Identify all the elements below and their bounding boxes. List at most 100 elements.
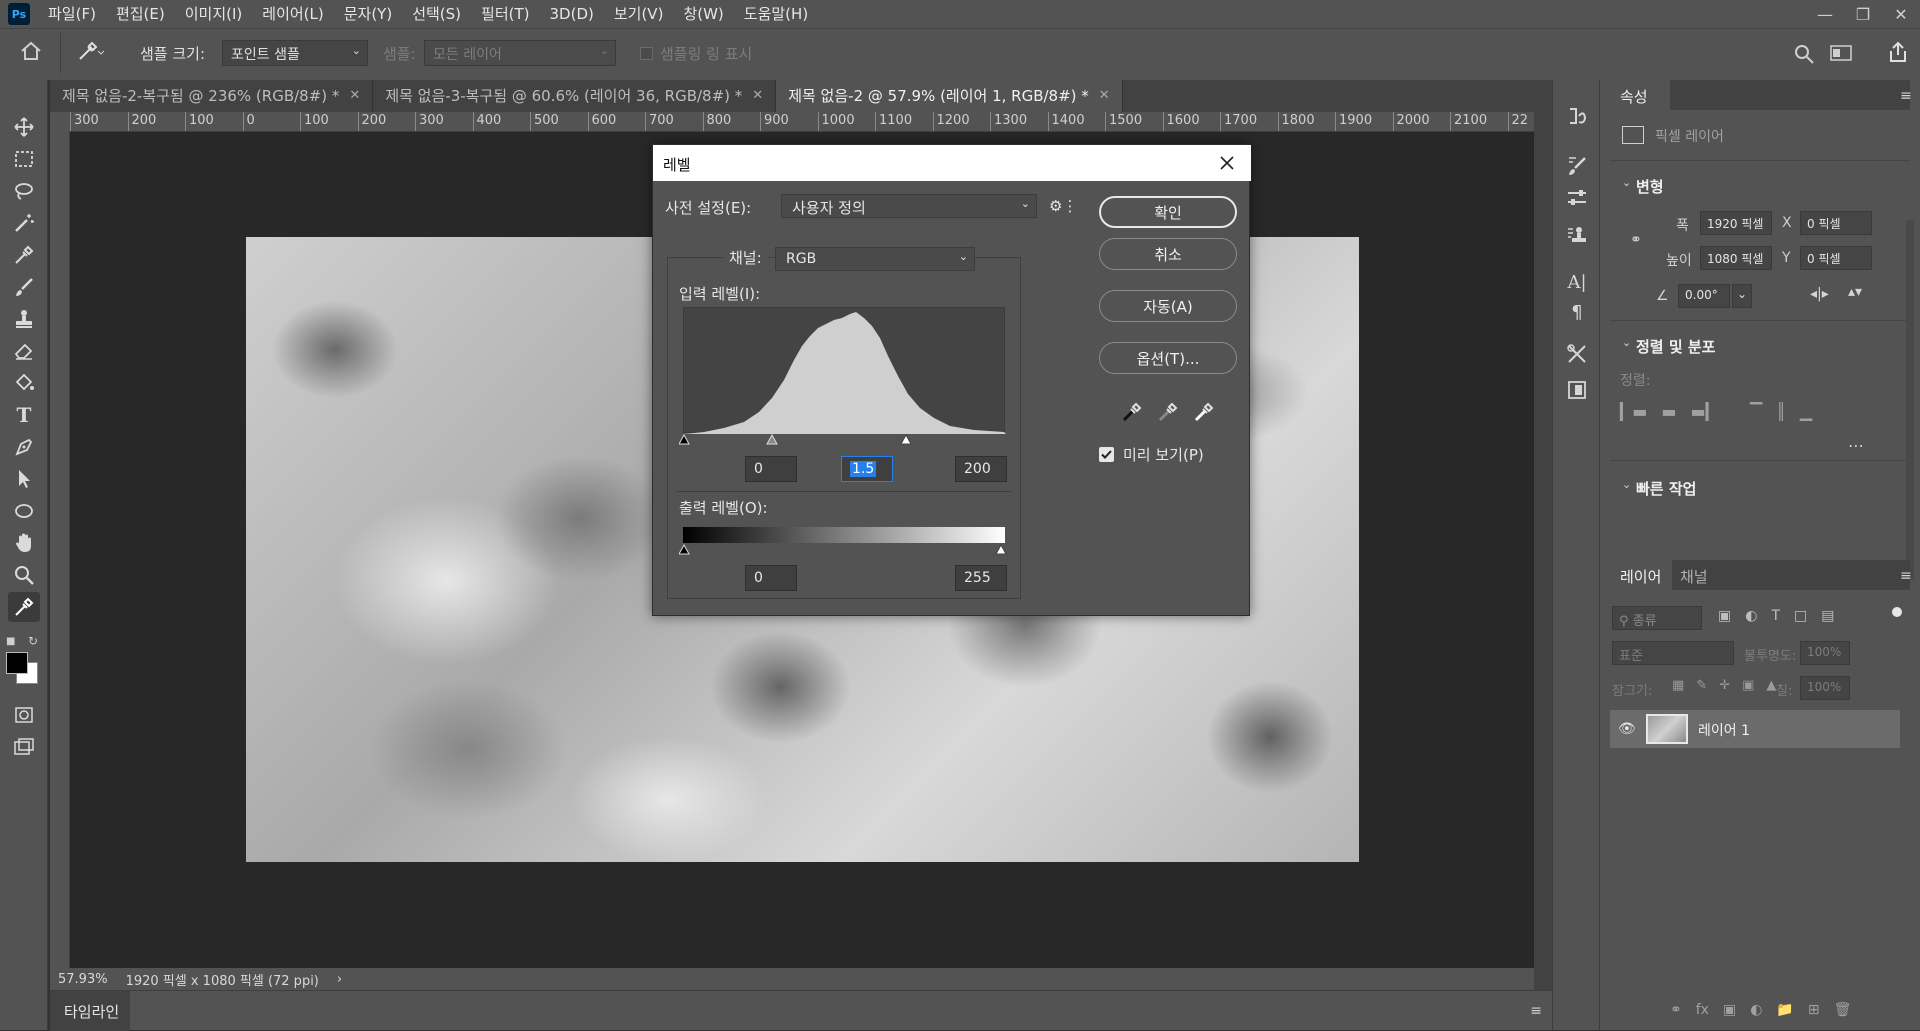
filter-smart-object-icon[interactable]: ▤ bbox=[1821, 608, 1834, 624]
cancel-button[interactable]: 취소 bbox=[1099, 238, 1237, 270]
preset-select[interactable]: 사용자 정의 ⌄ bbox=[781, 194, 1037, 218]
menu-item[interactable]: 도움말(H) bbox=[734, 0, 818, 28]
lock-paint-icon[interactable]: ✎ bbox=[1696, 678, 1707, 693]
delete-layer-icon[interactable]: 🗑 bbox=[1834, 1002, 1852, 1018]
channel-select[interactable]: RGB ⌄ bbox=[775, 247, 975, 271]
type-tool-icon[interactable]: T bbox=[8, 400, 40, 430]
close-icon[interactable]: ✕ bbox=[349, 80, 360, 112]
lock-all-icon[interactable]: ▲ bbox=[1766, 678, 1776, 693]
height-field[interactable]: 1080 픽셀 bbox=[1700, 246, 1772, 270]
x-field[interactable]: 0 픽셀 bbox=[1800, 211, 1872, 235]
new-group-icon[interactable]: 📁 bbox=[1776, 1002, 1793, 1018]
paint-bucket-tool-icon[interactable] bbox=[8, 368, 40, 398]
sample-size-select[interactable]: 포인트 샘플 ⌄ bbox=[222, 40, 368, 66]
eyedropper-tool-active-icon[interactable] bbox=[8, 592, 40, 622]
flip-horizontal-icon[interactable]: ◂|▸ bbox=[1810, 286, 1829, 302]
preview-checkbox[interactable] bbox=[1099, 447, 1114, 462]
tab-document-1[interactable]: 제목 없음-2-복구됨 @ 236% (RGB/8#) * ✕ bbox=[50, 80, 374, 112]
gear-icon[interactable]: ⚙⋮ bbox=[1049, 197, 1077, 215]
screen-mode-icon[interactable] bbox=[8, 732, 40, 762]
properties-scrollbar[interactable] bbox=[1906, 220, 1914, 580]
input-gamma-slider[interactable] bbox=[766, 433, 778, 445]
menu-item[interactable]: 3D(D) bbox=[540, 0, 604, 28]
ok-button[interactable]: 확인 bbox=[1099, 196, 1237, 228]
clone-source-icon[interactable] bbox=[1563, 222, 1591, 250]
width-field[interactable]: 1920 픽셀 bbox=[1700, 211, 1772, 235]
character-icon[interactable]: A| bbox=[1563, 268, 1591, 296]
white-point-eyedropper-icon[interactable] bbox=[1193, 401, 1215, 427]
tab-layers[interactable]: 레이어 bbox=[1620, 566, 1661, 587]
input-white-field[interactable]: 200 bbox=[955, 456, 1007, 482]
more-options-icon[interactable]: ⋯ bbox=[1848, 436, 1864, 455]
filter-toggle-icon[interactable] bbox=[1892, 607, 1902, 617]
menu-item[interactable]: 필터(T) bbox=[471, 0, 539, 28]
fx-icon[interactable]: fx bbox=[1696, 1002, 1709, 1018]
quick-mask-icon[interactable] bbox=[8, 700, 40, 730]
canvas-scrollbar[interactable] bbox=[1534, 112, 1552, 990]
add-mask-icon[interactable]: ▣ bbox=[1723, 1002, 1736, 1018]
history-icon[interactable] bbox=[1563, 102, 1591, 130]
marquee-tool-icon[interactable] bbox=[8, 144, 40, 174]
minimize-icon[interactable]: — bbox=[1806, 0, 1844, 28]
options-button[interactable]: 옵션(T)... bbox=[1099, 342, 1237, 374]
align-left-icon[interactable]: ▎▬ bbox=[1620, 402, 1647, 421]
menu-item[interactable]: 창(W) bbox=[673, 0, 733, 28]
menu-icon[interactable]: ≡ bbox=[1530, 1003, 1542, 1019]
search-icon[interactable] bbox=[1793, 43, 1815, 69]
input-black-slider[interactable] bbox=[679, 433, 690, 445]
swap-colors-icon[interactable]: ↻ bbox=[28, 634, 38, 648]
tab-properties[interactable]: 속성 bbox=[1620, 86, 1648, 107]
input-black-field[interactable]: 0 bbox=[745, 456, 797, 482]
eye-icon[interactable]: 👁 bbox=[1618, 721, 1636, 737]
move-tool-icon[interactable] bbox=[8, 112, 40, 142]
timeline-tab[interactable]: 타임라인 bbox=[64, 1001, 119, 1022]
menu-item[interactable]: 선택(S) bbox=[402, 0, 471, 28]
libraries-icon[interactable] bbox=[1563, 376, 1591, 404]
quick-actions-title[interactable]: 빠른 작업 bbox=[1636, 478, 1696, 499]
menu-item[interactable]: 레이어(L) bbox=[252, 0, 333, 28]
ellipse-tool-icon[interactable] bbox=[8, 496, 40, 526]
hand-tool-icon[interactable] bbox=[8, 528, 40, 558]
output-white-field[interactable]: 255 bbox=[955, 565, 1007, 591]
workspace-icon[interactable] bbox=[1830, 44, 1852, 66]
filter-pixel-icon[interactable]: ▣ bbox=[1718, 608, 1731, 624]
filter-adjustment-icon[interactable]: ◐ bbox=[1745, 608, 1757, 624]
layer-name[interactable]: 레이어 1 bbox=[1698, 720, 1750, 740]
zoom-tool-icon[interactable] bbox=[8, 560, 40, 590]
lock-position-icon[interactable]: ✛ bbox=[1719, 678, 1730, 693]
align-title[interactable]: 정렬 및 분포 bbox=[1636, 336, 1715, 357]
show-ring-checkbox[interactable] bbox=[640, 47, 653, 60]
adjustment-layer-icon[interactable]: ◐ bbox=[1750, 1002, 1762, 1018]
default-colors-icon[interactable]: ■ bbox=[6, 636, 15, 647]
lock-transparent-icon[interactable]: ▦ bbox=[1672, 678, 1684, 693]
zoom-level[interactable]: 57.93% bbox=[58, 972, 108, 987]
foreground-color-swatch[interactable] bbox=[6, 652, 28, 674]
close-icon[interactable]: ✕ bbox=[752, 80, 763, 112]
black-point-eyedropper-icon[interactable] bbox=[1121, 401, 1143, 427]
menu-item[interactable]: 보기(V) bbox=[604, 0, 674, 28]
stamp-tool-icon[interactable] bbox=[8, 304, 40, 334]
restore-icon[interactable]: ❐ bbox=[1844, 0, 1882, 28]
share-icon[interactable] bbox=[1888, 41, 1908, 67]
auto-button[interactable]: 자동(A) bbox=[1099, 290, 1237, 322]
new-layer-icon[interactable]: ⊞ bbox=[1808, 1002, 1820, 1018]
chevron-down-icon[interactable]: ⌄ bbox=[1622, 478, 1631, 491]
transform-title[interactable]: 변형 bbox=[1636, 176, 1664, 197]
tab-document-2[interactable]: 제목 없음-3-복구됨 @ 60.6% (레이어 36, RGB/8#) * ✕ bbox=[373, 80, 777, 112]
align-top-icon[interactable]: ▔ bbox=[1750, 402, 1762, 421]
eyedropper-tool-icon[interactable] bbox=[8, 240, 40, 270]
chevron-right-icon[interactable]: › bbox=[337, 972, 342, 987]
filter-kind-select[interactable]: ⚲ 종류 bbox=[1612, 606, 1702, 630]
eyedropper-tool-preset-icon[interactable] bbox=[76, 41, 106, 67]
chevron-down-icon[interactable]: ⌄ bbox=[1622, 336, 1631, 349]
link-icon[interactable]: ⚭ bbox=[1630, 232, 1642, 248]
brush-tool-icon[interactable] bbox=[8, 272, 40, 302]
link-layers-icon[interactable]: ⚭ bbox=[1670, 1002, 1682, 1018]
close-icon[interactable] bbox=[1213, 149, 1241, 177]
close-icon[interactable]: ✕ bbox=[1099, 80, 1110, 112]
tab-document-3[interactable]: 제목 없음-2 @ 57.9% (레이어 1, RGB/8#) * ✕ bbox=[776, 80, 1123, 112]
input-gamma-field[interactable]: 1.5 bbox=[841, 456, 893, 482]
sample-select[interactable]: 모든 레이어 ⌄ bbox=[424, 40, 616, 66]
y-field[interactable]: 0 픽셀 bbox=[1800, 246, 1872, 270]
tab-channels[interactable]: 채널 bbox=[1680, 566, 1708, 587]
